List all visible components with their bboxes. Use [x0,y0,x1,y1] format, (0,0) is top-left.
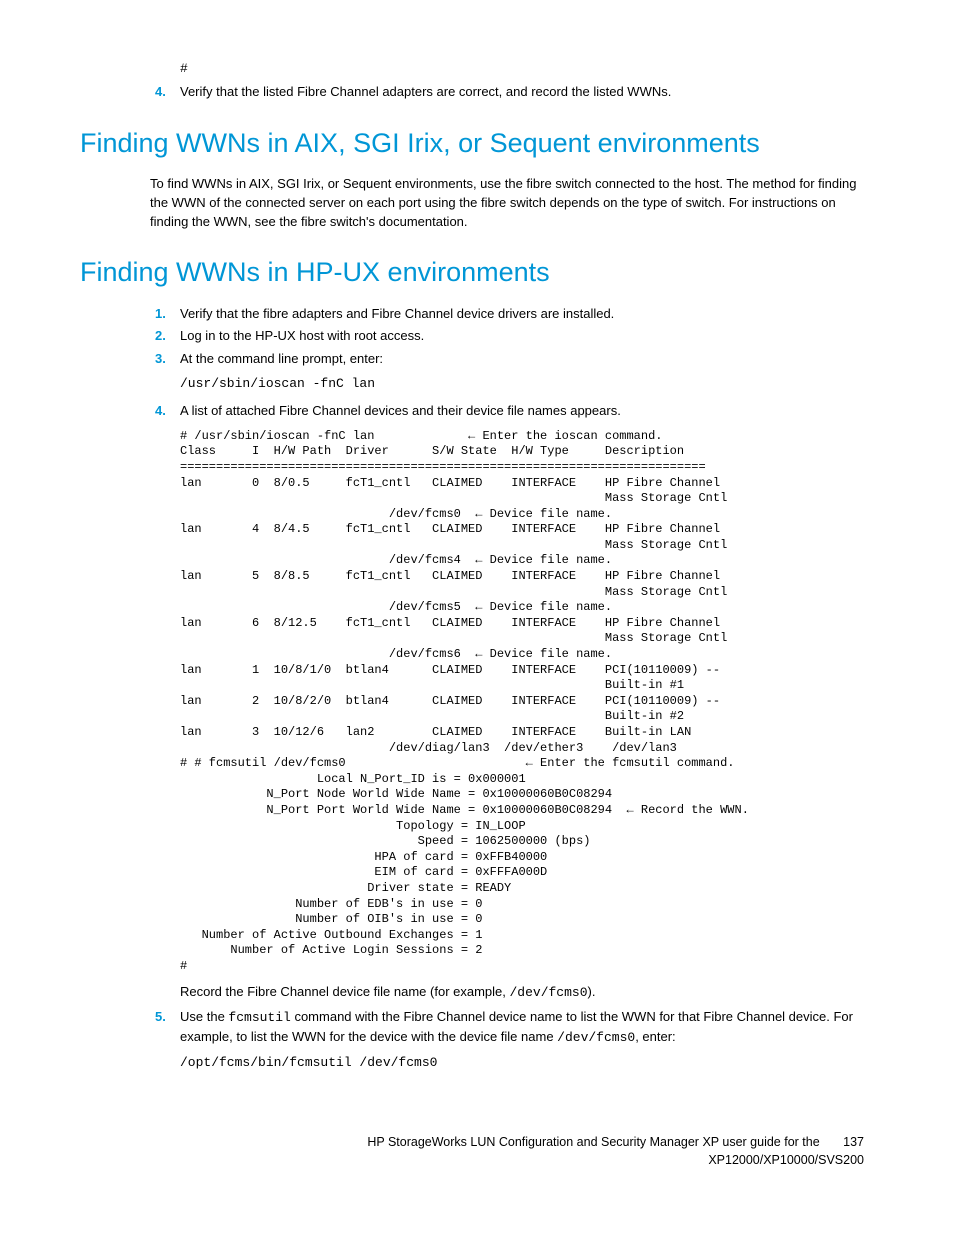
step-text: Use the fcmsutil command with the Fibre … [180,1008,864,1048]
text-fragment: Use the [180,1009,228,1024]
text-fragment: , enter: [635,1029,675,1044]
page-number: 137 [843,1133,864,1151]
step-text: A list of attached Fibre Channel devices… [180,402,864,421]
prompt-hash: # [180,60,864,79]
paragraph-record-filename: Record the Fibre Channel device file nam… [180,983,864,1003]
step-number: 2. [155,327,180,346]
command-ioscan: /usr/sbin/ioscan -fnC lan [180,375,874,394]
terminal-output: # /usr/sbin/ioscan -fnC lan ← Enter the … [180,429,874,975]
command-fcmsutil: /opt/fcms/bin/fcmsutil /dev/fcms0 [180,1054,874,1073]
text-fragment: ). [588,984,596,999]
code-devfcms0: /dev/fcms0 [510,985,588,1000]
step-number: 4. [155,83,180,102]
step-number: 5. [155,1008,180,1048]
step-text: Log in to the HP-UX host with root acces… [180,327,864,346]
step-number: 3. [155,350,180,369]
heading-hpux: Finding WWNs in HP-UX environments [80,253,874,292]
text-fragment: Record the Fibre Channel device file nam… [180,984,510,999]
step-number: 4. [155,402,180,421]
paragraph-aix: To find WWNs in AIX, SGI Irix, or Sequen… [150,175,864,232]
footer-title-2: XP12000/XP10000/SVS200 [708,1153,864,1167]
footer-title-1: HP StorageWorks LUN Configuration and Se… [367,1135,819,1149]
code-fcmsutil: fcmsutil [228,1010,290,1025]
step-number: 1. [155,305,180,324]
page-footer: HP StorageWorks LUN Configuration and Se… [80,1133,864,1169]
code-devfcms0: /dev/fcms0 [557,1030,635,1045]
step-text: Verify that the listed Fibre Channel ada… [180,83,864,102]
step-text: Verify that the fibre adapters and Fibre… [180,305,864,324]
heading-aix: Finding WWNs in AIX, SGI Irix, or Sequen… [80,124,874,163]
step-text: At the command line prompt, enter: [180,350,864,369]
